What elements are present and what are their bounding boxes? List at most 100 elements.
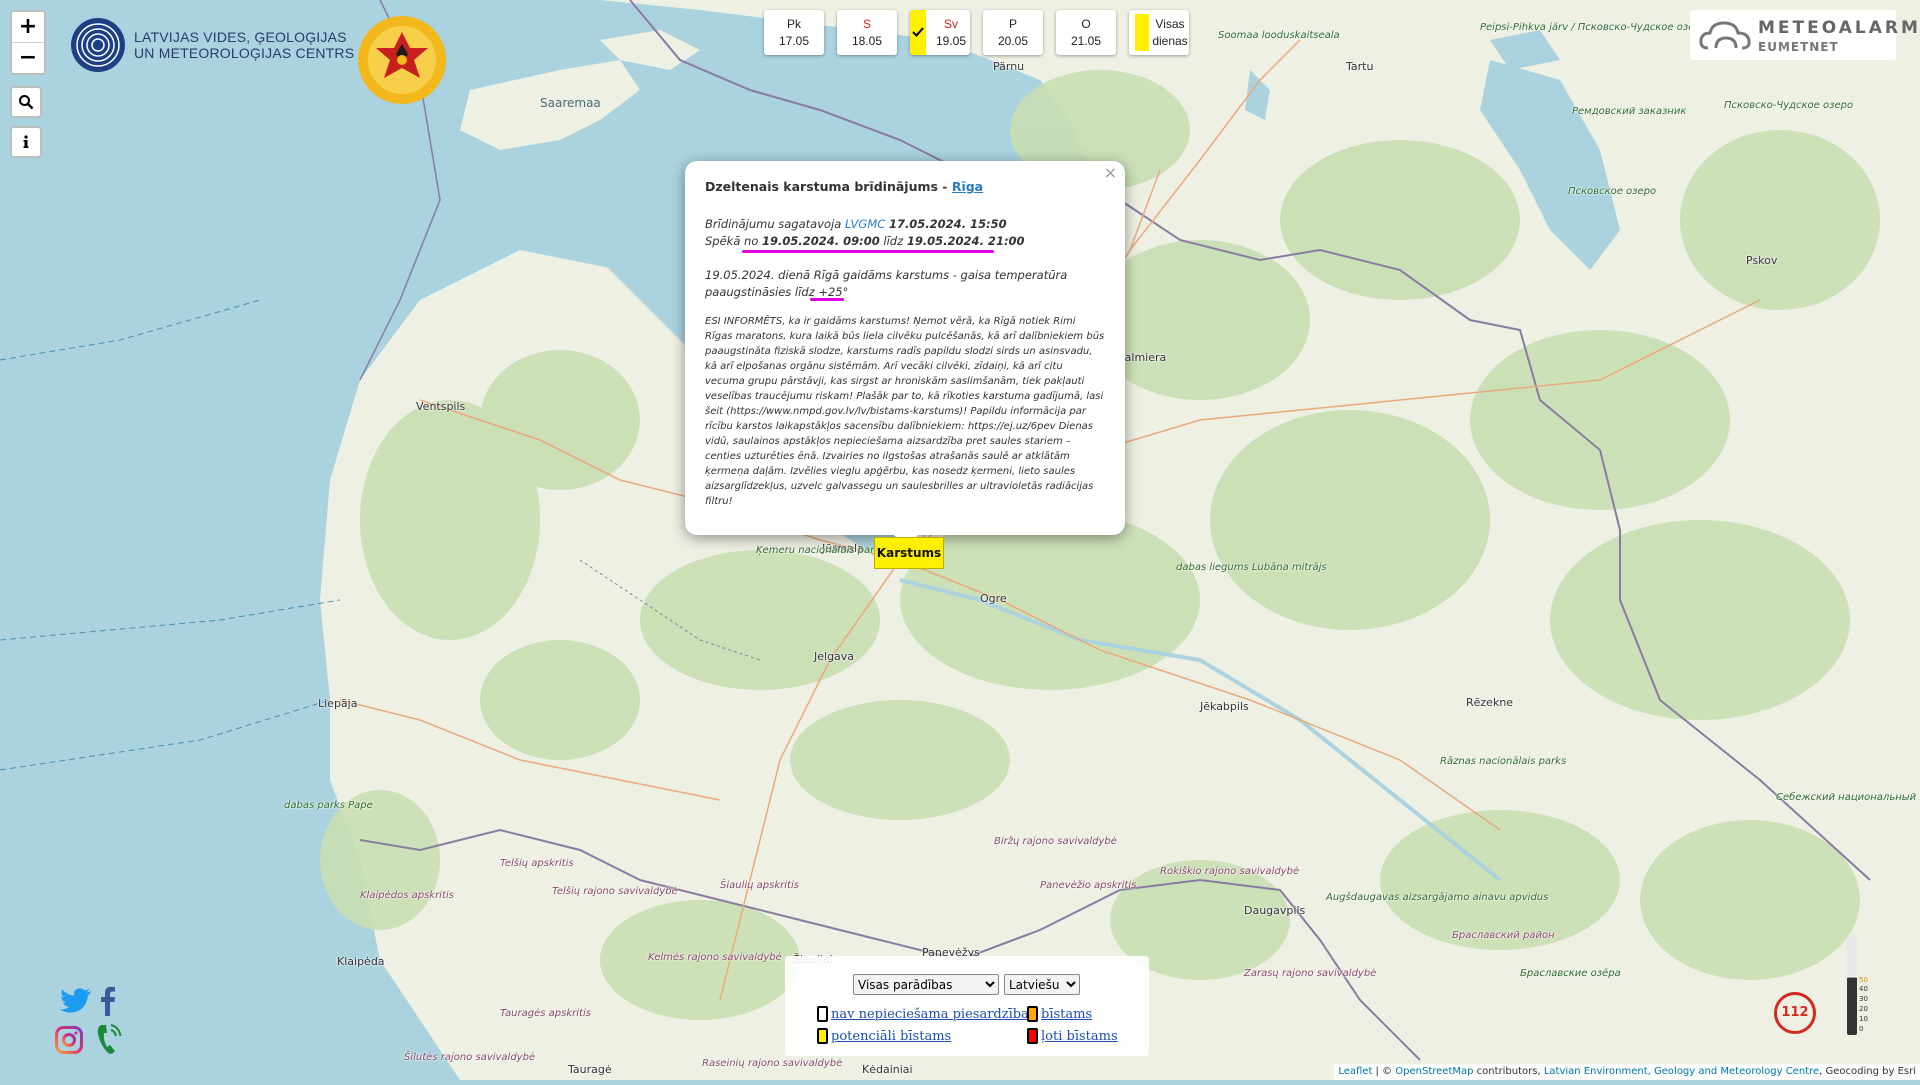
meteoalarm-text: METEOALARM	[1758, 18, 1920, 38]
legend-item-potentially[interactable]: potenciāli bīstams	[817, 1028, 951, 1044]
day-date: 20.05	[997, 34, 1029, 48]
map-label-pskov: Pskov	[1746, 254, 1778, 267]
legend-item-very[interactable]: ļoti bīstams	[1027, 1028, 1118, 1044]
map-label-kelmes: Kelmės rajono savivaldybė	[648, 952, 782, 963]
facebook-icon[interactable]	[100, 986, 116, 1016]
scale-tick-40: 40	[1859, 985, 1868, 993]
info-button[interactable]	[10, 126, 42, 158]
info-icon	[23, 135, 29, 148]
instagram-icon[interactable]	[55, 1026, 83, 1054]
popup-title: Dzeltenais karstuma brīdinājums - Rīga	[705, 179, 1105, 194]
map-label-daugavpils: Daugavpils	[1244, 904, 1306, 917]
day-tab-2[interactable]: Sv 19.05	[910, 10, 970, 55]
map-label-klaipedos: Klaipėdos apskritis	[360, 890, 454, 901]
map-label-pskov-lake: Псковско-Чудское озеро	[1724, 100, 1854, 111]
day-name: Sv	[943, 17, 958, 31]
cloud-icon	[1699, 21, 1751, 50]
legend-item-dangerous[interactable]: bīstams	[1027, 1006, 1092, 1022]
map-attribution: Leaflet | © OpenStreetMap contributors, …	[1334, 1064, 1920, 1080]
map-label-zarasu: Zarasų rajono savivaldybė	[1244, 968, 1377, 979]
legend-link-potentially[interactable]: potenciāli bīstams	[831, 1029, 951, 1044]
map-label-taurage: Tauragė	[568, 1063, 612, 1076]
popup-long-text: ESI INFORMĒTS, ka ir gaidāms karstums! Ņ…	[705, 316, 1105, 507]
map-label-rokiskio: Rokiškio rajono savivaldybė	[1160, 866, 1300, 877]
legend-link-dangerous[interactable]: bīstams	[1041, 1007, 1092, 1022]
map-label-kedainiai: Kėdainiai	[862, 1063, 913, 1076]
warning-marker[interactable]: Karstums	[874, 537, 944, 569]
legend-swatch-orange	[1027, 1006, 1038, 1022]
description-temperature: +25°	[818, 285, 849, 299]
meteoalarm-logo[interactable]: METEOALARM EUMETNET	[1690, 10, 1918, 60]
zoom-in-button[interactable]: +	[12, 12, 44, 42]
map-label-jelgava: Jelgava	[814, 650, 855, 663]
all-days-label-2: dienas	[1152, 34, 1188, 48]
day-tab-0[interactable]: Pk 17.05	[764, 10, 824, 55]
all-days-label-1: Visas	[1155, 17, 1185, 31]
map-label-lubana: dabas liegums Lubāna mitrājs	[1176, 562, 1327, 573]
valid-to-label: līdz	[879, 234, 907, 248]
prepared-time: 17.05.2024. 15:50	[888, 217, 1007, 231]
day-date: 17.05	[778, 34, 810, 48]
map-label-panevezio: Panevėžio apskritis	[1040, 880, 1137, 891]
zoom-out-button[interactable]: −	[12, 42, 44, 73]
twitter-icon[interactable]	[60, 988, 92, 1014]
day-name: S	[862, 17, 871, 31]
map-label-klaipeda: Klaipėda	[337, 955, 385, 968]
checkmark-icon	[912, 27, 924, 37]
map-label-taurages: Tauragės apskritis	[500, 1008, 591, 1019]
emergency-112-icon[interactable]: 112	[1774, 992, 1816, 1034]
phone-icon[interactable]	[96, 1022, 122, 1056]
search-button[interactable]	[10, 86, 42, 118]
vugd-logo-icon[interactable]	[356, 14, 448, 106]
valid-from: 19.05.2024. 09:00	[762, 234, 880, 248]
attrib-contributors: contributors,	[1473, 1066, 1544, 1077]
day-name: O	[1081, 17, 1091, 31]
map-label-soomaa: Soomaa looduskaitseala	[1218, 30, 1340, 41]
lvgmc-logo[interactable]: LATVIJAS VIDES, ĢEOLOĢIJAS UN METEOROLOĢ…	[70, 16, 354, 74]
map-label-raznas: Rāznas nacionālais parks	[1440, 756, 1567, 767]
popup-description: 19.05.2024. dienā Rīgā gaidāms karstums …	[705, 267, 1105, 301]
map-label-telsiu: Telšių apskritis	[500, 858, 574, 869]
prepared-label: Brīdinājumu sagatavoja	[705, 217, 845, 231]
phenomena-select[interactable]: Visas parādības	[853, 974, 999, 995]
lvgmc-link[interactable]: LVGMC	[845, 217, 885, 231]
legend-link-very[interactable]: ļoti bīstams	[1041, 1029, 1118, 1044]
description-line-2: paaugstināsies līdz	[705, 285, 819, 299]
day-date: 21.05	[1070, 34, 1102, 48]
popup-close-button[interactable]: ×	[1104, 163, 1117, 182]
map-label-tartu: Tartu	[1346, 60, 1374, 73]
day-tab-3[interactable]: P 20.05	[983, 10, 1043, 55]
osm-link[interactable]: OpenStreetMap	[1395, 1066, 1473, 1077]
popup-region-link[interactable]: Rīga	[952, 179, 983, 194]
legend-swatch-red	[1027, 1028, 1038, 1044]
map-label-ogre: Ogre	[980, 592, 1007, 605]
legend-item-none[interactable]: nav nepieciešama piesardzība	[817, 1006, 1029, 1022]
map-label-braslav-lakes: Браславские озёра	[1520, 968, 1621, 979]
highlight-underline-temperature	[810, 298, 844, 301]
day-tab-4[interactable]: O 21.05	[1056, 10, 1116, 55]
map-label-parnu: Pärnu	[993, 60, 1025, 73]
map-label-jekabpils: Jēkabpils	[1200, 700, 1249, 713]
attrib-sep: | ©	[1372, 1066, 1396, 1077]
map-label-pskov-lake2: Псковское озеро	[1568, 186, 1657, 197]
language-select[interactable]: Latviešu	[1004, 974, 1080, 995]
search-icon	[19, 95, 34, 110]
popup-title-text: Dzeltenais karstuma brīdinājums -	[705, 179, 952, 194]
lvgmc-name-line2: UN METEOROLOĢIJAS CENTRS	[134, 45, 355, 61]
lvgmc-attrib-link[interactable]: Latvian Environment, Geology and Meteoro…	[1544, 1066, 1819, 1077]
map-label-remdovsky: Ремдовский заказник	[1572, 106, 1687, 117]
scale-tick-20: 20	[1859, 1005, 1868, 1013]
all-days-tab[interactable]: Visas dienas	[1129, 10, 1189, 55]
valid-label: Spēkā	[705, 234, 745, 248]
scale-tick-10: 10	[1859, 1015, 1868, 1023]
map-label-telsiu-rajono: Telšių rajono savivaldybė	[552, 886, 678, 897]
leaflet-link[interactable]: Leaflet	[1338, 1066, 1372, 1077]
legend-link-none[interactable]: nav nepieciešama piesardzība	[831, 1007, 1029, 1022]
day-tab-1[interactable]: S 18.05	[837, 10, 897, 55]
map-label-pape: dabas parks Pape	[284, 800, 373, 811]
zoom-control: + −	[10, 10, 46, 75]
description-line-1: 19.05.2024. dienā Rīgā gaidāms karstums …	[705, 268, 1068, 282]
map-label-ventspils: Ventspils	[416, 400, 466, 413]
day-name: P	[1008, 17, 1017, 31]
scale-tick-30: 30	[1859, 995, 1868, 1003]
